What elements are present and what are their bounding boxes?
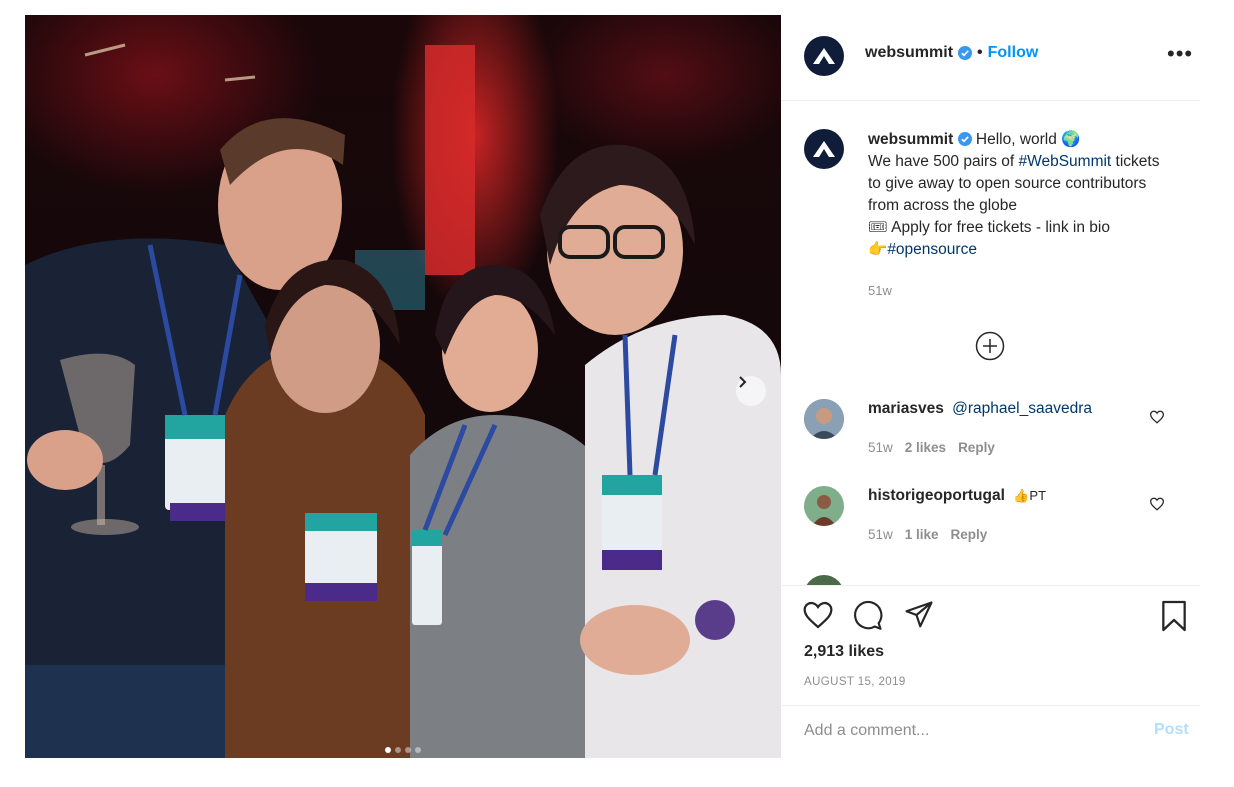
comment-like-button[interactable] bbox=[1149, 497, 1165, 516]
comment-bubble-icon bbox=[854, 600, 883, 630]
comment-time[interactable]: 51w bbox=[868, 440, 893, 455]
commenter-avatar[interactable] bbox=[804, 486, 844, 526]
post-header: websummit • Follow ••• bbox=[781, 15, 1200, 101]
profile-photo-icon bbox=[804, 399, 844, 439]
comment-time[interactable]: 51w bbox=[868, 527, 893, 542]
likes-count[interactable]: 2,913 likes bbox=[804, 643, 884, 661]
heart-icon bbox=[1149, 497, 1165, 511]
post-actions: 2,913 likes AUGUST 15, 2019 bbox=[781, 585, 1200, 706]
caption-timestamp[interactable]: 51w bbox=[868, 283, 892, 298]
chevron-right-icon bbox=[739, 376, 747, 388]
comment-likes[interactable]: 2 likes bbox=[905, 440, 946, 455]
photo-scene bbox=[25, 43, 781, 758]
commenter-avatar[interactable] bbox=[804, 575, 844, 585]
comment-text: historigeoportugal 👍PT bbox=[868, 487, 1046, 505]
carousel-dot bbox=[415, 747, 421, 753]
comments-list[interactable]: websummit Hello, world 🌍 We have 500 pai… bbox=[781, 101, 1200, 585]
heart-icon bbox=[1149, 410, 1165, 424]
hashtag-opensource-link[interactable]: #opensource bbox=[887, 241, 977, 258]
caption-line-4: 🎟 Apply for free tickets - link in bio bbox=[868, 219, 1110, 236]
add-comment-bar: Post bbox=[781, 705, 1200, 758]
separator: • bbox=[977, 44, 983, 61]
comment-reply-button[interactable]: Reply bbox=[951, 527, 988, 542]
profile-photo-icon bbox=[804, 486, 844, 526]
comment-mention-link[interactable]: @raphael_saavedra bbox=[952, 400, 1092, 417]
more-options-button[interactable]: ••• bbox=[1167, 43, 1193, 65]
load-more-comments-button[interactable] bbox=[975, 331, 1005, 366]
share-button[interactable] bbox=[903, 600, 935, 635]
post-caption: websummit Hello, world 🌍 We have 500 pai… bbox=[868, 129, 1168, 261]
comment-text: mariasves @raphael_saavedra bbox=[868, 400, 1092, 418]
caption-line-1: Hello, world 🌍 bbox=[975, 131, 1081, 148]
post-photo[interactable] bbox=[25, 15, 781, 758]
carousel-dot bbox=[405, 747, 411, 753]
comment-like-button[interactable] bbox=[1149, 410, 1165, 429]
commenter-avatar[interactable] bbox=[804, 399, 844, 439]
comment-button[interactable] bbox=[852, 600, 884, 635]
caption-line-5: 👉 bbox=[868, 241, 888, 258]
comment-username[interactable]: mariasves bbox=[868, 400, 944, 417]
carousel-dot bbox=[385, 747, 391, 753]
follow-button[interactable]: Follow bbox=[988, 44, 1039, 62]
heart-icon bbox=[803, 601, 833, 629]
post-comment-button[interactable]: Post bbox=[1154, 721, 1189, 739]
post-author: websummit • Follow bbox=[865, 44, 1038, 62]
bookmark-icon bbox=[1162, 600, 1186, 632]
verified-badge-icon bbox=[957, 132, 972, 146]
carousel-dots bbox=[25, 747, 781, 753]
post-side-panel: websummit • Follow ••• websummit Hello, … bbox=[781, 15, 1200, 758]
comment-username[interactable]: historigeoportugal bbox=[868, 487, 1005, 504]
plus-circle-icon bbox=[975, 331, 1005, 361]
comment-input[interactable] bbox=[804, 719, 1124, 743]
comment-meta: 51w 2 likes Reply bbox=[868, 440, 995, 455]
save-button[interactable] bbox=[1159, 600, 1189, 637]
caption-username[interactable]: websummit bbox=[868, 131, 953, 148]
caption-avatar[interactable] bbox=[804, 129, 844, 169]
paper-plane-icon bbox=[905, 601, 933, 628]
avatar[interactable] bbox=[804, 36, 844, 76]
hashtag-websummit-link[interactable]: #WebSummit bbox=[1019, 153, 1112, 170]
author-username[interactable]: websummit bbox=[865, 44, 953, 62]
websummit-logo-icon bbox=[813, 141, 835, 157]
like-button[interactable] bbox=[802, 600, 834, 635]
caption-line-2: We have 500 pairs of bbox=[868, 153, 1019, 170]
verified-badge-icon bbox=[958, 46, 973, 60]
comment-likes[interactable]: 1 like bbox=[905, 527, 939, 542]
post-date[interactable]: AUGUST 15, 2019 bbox=[804, 676, 906, 688]
comment-meta: 51w 1 like Reply bbox=[868, 527, 987, 542]
carousel-next-button[interactable] bbox=[736, 376, 766, 406]
carousel-dot bbox=[395, 747, 401, 753]
websummit-logo-icon bbox=[813, 48, 835, 64]
comment-body: 👍PT bbox=[1013, 488, 1047, 503]
comment-reply-button[interactable]: Reply bbox=[958, 440, 995, 455]
